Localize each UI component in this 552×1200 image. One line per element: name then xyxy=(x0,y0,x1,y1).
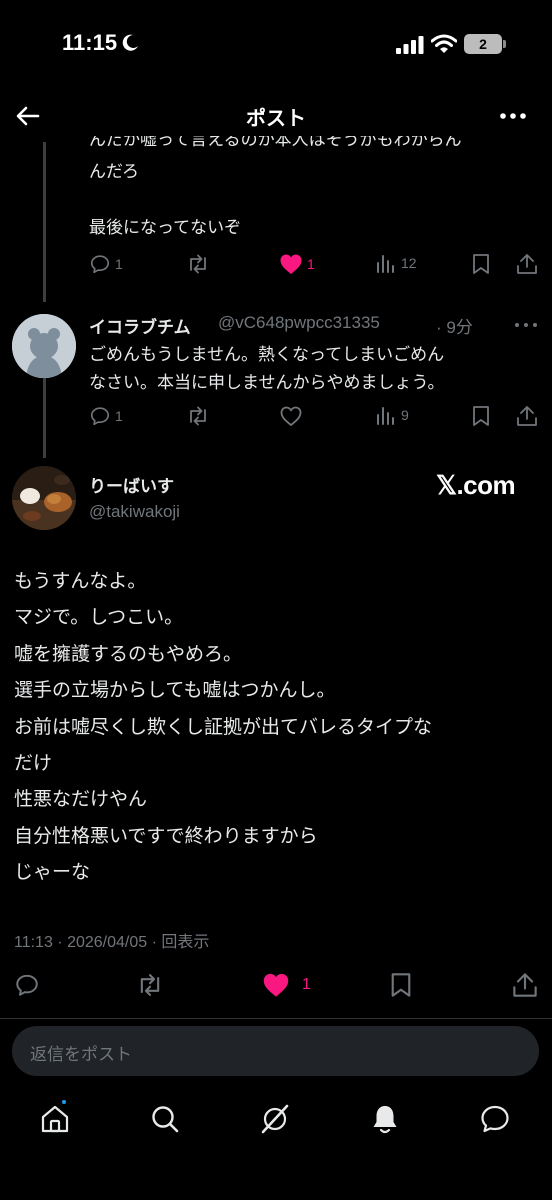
share-icon xyxy=(517,254,537,274)
reply-button[interactable] xyxy=(14,972,40,998)
share-icon xyxy=(517,406,537,426)
messages-icon[interactable] xyxy=(478,1102,512,1136)
moon-icon xyxy=(122,34,138,51)
heart-icon xyxy=(263,973,289,997)
reply-input[interactable]: 返信をポスト xyxy=(12,1026,539,1076)
views-icon xyxy=(377,407,394,425)
share-button[interactable] xyxy=(516,253,538,275)
repost-button[interactable] xyxy=(186,253,214,275)
views-button[interactable]: 12 xyxy=(375,253,417,273)
bookmark-button[interactable] xyxy=(388,972,414,998)
reply-count: 1 xyxy=(115,256,123,272)
share-button[interactable] xyxy=(512,972,538,998)
views-count: 9 xyxy=(401,407,409,423)
battery-tip xyxy=(503,40,506,48)
share-icon xyxy=(513,973,537,997)
author-name[interactable]: イコラブチム xyxy=(89,313,191,338)
status-bar: 11:15 2 xyxy=(0,0,552,90)
repost-button[interactable] xyxy=(186,405,210,427)
author-handle[interactable]: @takiwakoji xyxy=(89,502,180,522)
post-actions: 1 xyxy=(14,972,540,1002)
reply-icon xyxy=(90,255,110,274)
author-handle[interactable]: @vC648pwpcc31335 xyxy=(218,313,380,333)
status-time: 11:15 xyxy=(62,30,118,55)
prev-reply-text: んだろ 最後になってないぞ xyxy=(89,162,242,238)
heart-icon xyxy=(280,254,302,274)
prev-reply-actions: 1 1 12 xyxy=(89,253,539,281)
food-photo-avatar xyxy=(12,466,76,530)
repost-icon xyxy=(190,406,206,426)
default-avatar-icon xyxy=(12,314,76,378)
reply-button[interactable]: 1 xyxy=(89,253,123,275)
like-count: 1 xyxy=(302,976,311,993)
x-watermark: 𝕏.com xyxy=(436,470,516,500)
avatar[interactable] xyxy=(12,314,76,378)
bookmark-icon xyxy=(473,406,489,426)
post-body: もうすんなよ。 マジで。しつこい。 嘘を擁護するのもやめろ。 選手の立場からして… xyxy=(14,570,433,884)
post-header: ポスト xyxy=(0,96,552,136)
bell-icon[interactable] xyxy=(368,1102,402,1136)
repost-icon xyxy=(140,974,160,996)
like-button[interactable]: 1 xyxy=(262,972,311,998)
views-icon xyxy=(377,255,394,273)
divider xyxy=(0,1018,552,1019)
post-timestamp: 11:13 · 2026/04/05 · 回表示 xyxy=(14,934,210,951)
home-icon[interactable] xyxy=(38,1102,72,1136)
avatar[interactable] xyxy=(12,466,76,530)
reply-icon xyxy=(16,974,38,996)
reply-icon xyxy=(90,407,110,426)
views-count: 12 xyxy=(401,255,417,271)
page-title: ポスト xyxy=(246,106,306,130)
like-button[interactable] xyxy=(279,405,303,427)
reply-button[interactable]: 1 xyxy=(89,405,123,427)
battery-indicator: 2 xyxy=(464,34,502,54)
more-icon[interactable] xyxy=(514,320,538,330)
reply-placeholder: 返信をポスト xyxy=(30,1045,132,1065)
more-icon[interactable] xyxy=(498,102,528,130)
search-icon[interactable] xyxy=(148,1102,182,1136)
like-count: 1 xyxy=(307,256,315,272)
bookmark-icon xyxy=(391,973,411,997)
bottom-tab-bar xyxy=(0,1092,552,1146)
post-age: · 9分 xyxy=(436,318,473,337)
heart-outline-icon xyxy=(280,406,302,427)
reply-text: ごめんもうしません。熱くなってしまいごめん なさい。本当に申しませんからやめまし… xyxy=(89,345,445,393)
reply-count: 1 xyxy=(115,408,123,424)
views-button[interactable]: 9 xyxy=(375,405,409,425)
author-name[interactable]: りーばいす xyxy=(89,472,174,497)
share-button[interactable] xyxy=(516,405,538,427)
cellular-signal-icon xyxy=(396,36,424,54)
bookmark-button[interactable] xyxy=(470,253,492,275)
grok-icon[interactable] xyxy=(258,1102,292,1136)
repost-button[interactable] xyxy=(136,972,164,998)
bookmark-icon xyxy=(473,254,489,274)
like-button[interactable]: 1 xyxy=(279,253,315,275)
cut-off-text: んだか嘘って言えるのか本人はそうがもわからん xyxy=(89,136,462,150)
bookmark-button[interactable] xyxy=(470,405,492,427)
repost-icon xyxy=(190,254,206,274)
wifi-icon xyxy=(431,34,457,53)
thread-line xyxy=(43,378,46,458)
thread-line xyxy=(43,142,46,302)
reply-actions: 1 9 xyxy=(89,405,539,433)
